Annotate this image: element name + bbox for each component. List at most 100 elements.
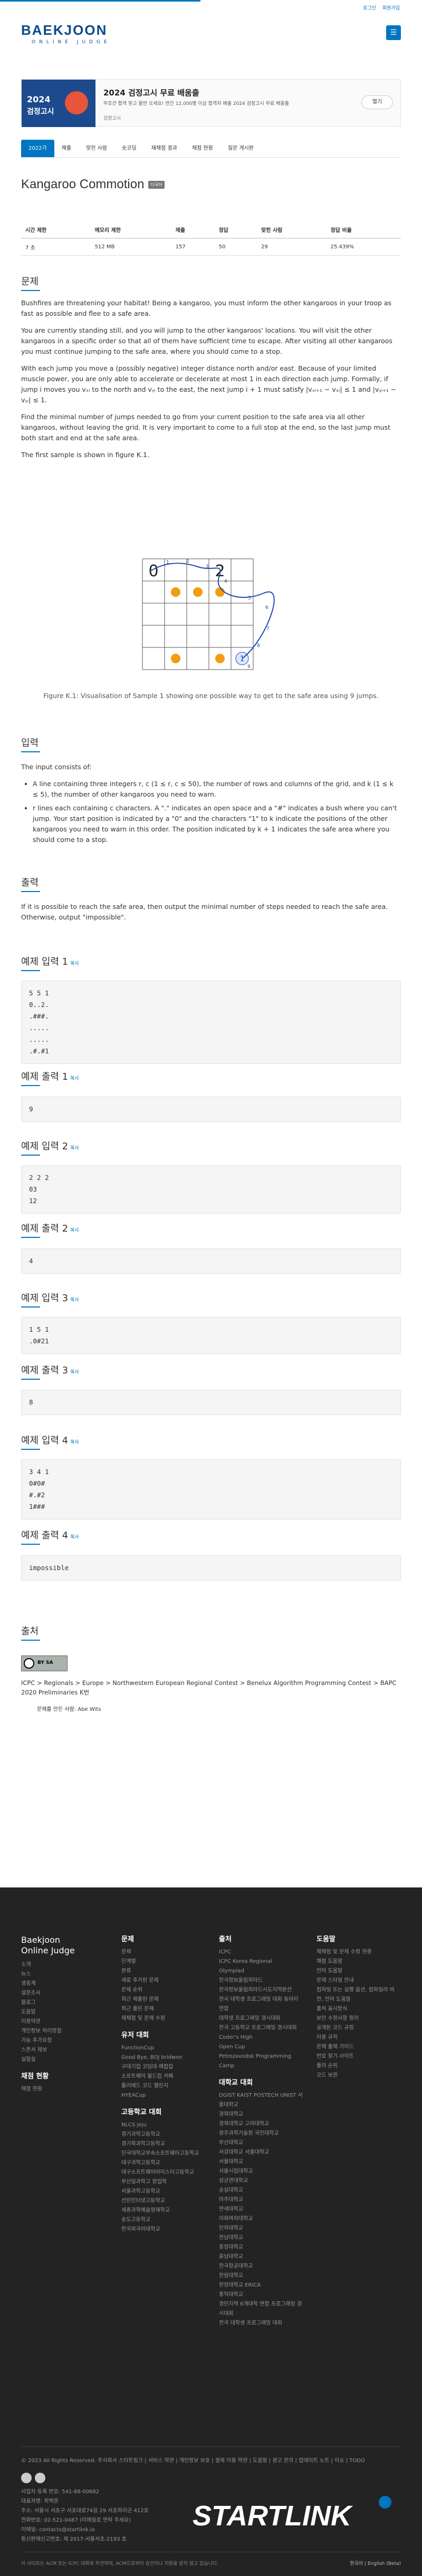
footer-link[interactable]: 최근 제출된 문제 (121, 1995, 200, 2004)
footer-link[interactable]: DGIST KAIST POSTECH UNIST 서울대학교 (219, 2091, 303, 2110)
login-link[interactable]: 로그인 (363, 4, 376, 11)
copy-sample-output-1-button[interactable]: 복사 (70, 1076, 79, 1081)
footer-link[interactable]: 생중계 (21, 1979, 90, 1989)
footer-link[interactable]: 경북대학교 고려대학교 (219, 2119, 303, 2129)
footer-link[interactable]: 설문조사 (21, 1989, 90, 1998)
footer-link[interactable]: 경북대학교 (219, 2110, 303, 2119)
footer-link[interactable]: ICPC Korea Regional (219, 1957, 303, 1967)
copy-sample-output-2-button[interactable]: 복사 (70, 1228, 79, 1233)
footer-link[interactable]: 최근 풀린 문제 (121, 2004, 200, 2014)
tab-solved-users[interactable]: 맞힌 사람 (79, 140, 114, 157)
footer-link[interactable]: 도움말 (21, 2008, 90, 2017)
footer-link[interactable]: 대학생 프로그래밍 경시대회 (219, 2014, 303, 2023)
tab-short-coding[interactable]: 숏코딩 (114, 140, 144, 157)
footer-link[interactable]: Olympiad (219, 1967, 303, 1976)
footer-link[interactable]: 언어 도움말 (316, 1967, 401, 1976)
footer-link[interactable]: Petrozavodsk Programming Camp (219, 2052, 303, 2071)
footer-link[interactable]: 이용 규칙 (316, 2033, 401, 2042)
language-switcher[interactable]: 한국어 | English (Beta) (350, 2560, 401, 2567)
site-logo[interactable]: BAEKJOON ONLINE JUDGE (21, 22, 111, 45)
copy-sample-input-3-button[interactable]: 복사 (70, 1297, 79, 1303)
footer-link[interactable]: 선린인터넷고등학교 (121, 2196, 200, 2206)
signup-link[interactable]: 회원가입 (382, 4, 400, 11)
footer-link[interactable]: 채점 현황 (21, 2085, 90, 2094)
footer-link[interactable]: 단계별 (121, 1957, 200, 1967)
footer-link[interactable]: 홍익대학교 (219, 2290, 303, 2300)
footer-link[interactable]: 코드 보관 (316, 2071, 401, 2080)
footer-link[interactable]: 광주과학기술원 국민대학교 (219, 2129, 303, 2138)
footer-link[interactable]: 부산대학교 (219, 2138, 303, 2148)
copy-sample-output-3-button[interactable]: 복사 (70, 1370, 79, 1375)
footer-link[interactable]: 서울과학고등학교 (121, 2187, 200, 2196)
copy-sample-input-4-button[interactable]: 복사 (70, 1440, 79, 1445)
blog-icon[interactable] (35, 2473, 45, 2483)
footer-link[interactable]: NLCS Jeju (121, 2120, 200, 2130)
footer-link[interactable]: 연세대학교 (219, 2205, 303, 2214)
footer-link[interactable]: 단국대학교부속소프트웨어고등학교 (121, 2149, 200, 2158)
ad-open-button[interactable]: 열기 (361, 95, 393, 109)
footer-link[interactable]: 컴파일 또는 실행 옵션, 컴파일러 버전, 언어 도움말 (316, 1986, 401, 2004)
footer-link[interactable]: 출처 표시방식 (316, 2004, 401, 2014)
menu-toggle-button[interactable]: ☰ (386, 25, 401, 40)
copy-sample-input-1-button[interactable]: 복사 (70, 961, 79, 966)
advertisement-banner[interactable]: 2024 검정고시 2024 검정고시 무료 배움출 무조건 합격 믿고 몸만 … (21, 79, 401, 127)
tab-submit[interactable]: 채출 (54, 140, 79, 157)
footer-link[interactable]: 한국정보올림피아드시도지역본선 (219, 1986, 303, 1995)
footer-link[interactable]: 송도고등학교 (121, 2215, 200, 2225)
footer-link[interactable]: 분류 (121, 1967, 200, 1976)
copy-sample-input-2-button[interactable]: 복사 (70, 1146, 79, 1151)
footer-link[interactable]: 새로 추가된 문제 (121, 1976, 200, 1986)
copy-sample-output-4-button[interactable]: 복사 (70, 1535, 79, 1540)
footer-link[interactable]: 충남대학교 (219, 2252, 303, 2262)
footer-link[interactable]: 한국항공대학교 (219, 2262, 303, 2271)
footer-link[interactable]: 한양대학교 ERICA (219, 2281, 303, 2290)
footer-link[interactable]: 구데기컵 코딩대 때잡컵 (121, 2062, 200, 2072)
footer-link[interactable]: 문제 (121, 1948, 200, 1957)
tab-rejudge-results[interactable]: 재채점 결과 (144, 140, 185, 157)
footer-link[interactable]: 문제 출제 가이드 (316, 2042, 401, 2052)
footer-link[interactable]: 풀이 순위 (316, 2061, 401, 2071)
footer-link[interactable]: 부산일과학고 창업학 (121, 2177, 200, 2187)
footer-link[interactable]: 숭실대학교 (219, 2186, 303, 2195)
footer-link[interactable]: 한국정보올림피아드 (219, 1976, 303, 1986)
footer-link[interactable]: Coder's High (219, 2033, 303, 2042)
footer-link[interactable]: 세종과학예술영재학교 (121, 2206, 200, 2215)
footer-link[interactable]: 한국외국어대학교 (121, 2225, 200, 2234)
footer-link[interactable]: 전국 대학생 프로그래밍 대회 동아리 연합 (219, 1995, 303, 2014)
footer-link[interactable]: 아주대학교 (219, 2195, 303, 2205)
footer-link[interactable]: HYEACup (121, 2091, 200, 2100)
footer-link[interactable]: 뉴스 (21, 1970, 90, 1979)
facebook-icon[interactable] (21, 2473, 32, 2483)
footer-link[interactable]: 경인지역 6개대학 연합 프로그래밍 경시대회 (219, 2300, 303, 2319)
footer-link[interactable]: 경기과학고등학교 (121, 2130, 200, 2139)
tab-status[interactable]: 채점 현황 (185, 140, 220, 157)
cc-license-badge[interactable]: BY SA (21, 1655, 68, 1671)
footer-link[interactable]: 공개된 코드 규정 (316, 2023, 401, 2033)
footer-link[interactable]: 전국 대학생 프로그래밍 대회 (219, 2319, 303, 2328)
footer-link[interactable]: 이용약관 (21, 2017, 90, 2027)
footer-link[interactable]: 번호 찾기 사이트 (316, 2052, 401, 2061)
footer-link[interactable]: 재채점 및 문제 수정 현황 (316, 1948, 401, 1957)
footer-link[interactable]: 실험실 (21, 2055, 90, 2065)
footer-link[interactable]: 서울대학교 (219, 2157, 303, 2167)
footer-link[interactable]: 전남대학교 (219, 2233, 303, 2243)
footer-link[interactable]: 전국 고등학교 프로그래밍 경시대회 (219, 2023, 303, 2033)
footer-link[interactable]: 중앙대학교 (219, 2243, 303, 2252)
footer-link[interactable]: ICPC (219, 1948, 303, 1957)
footer-link[interactable]: 보안 수정사항 정리 (316, 2014, 401, 2023)
footer-link[interactable]: 서강대학교 서울대학교 (219, 2148, 303, 2157)
footer-link[interactable]: Good Bye, BOJ bridwon (121, 2053, 200, 2062)
footer-link[interactable]: 재채점 및 문제 수정 (121, 2014, 200, 2023)
footer-link[interactable]: 한림대학교 (219, 2271, 303, 2281)
tab-problem-number[interactable]: 2022가 (21, 140, 54, 157)
footer-link[interactable]: 경기북과학고등학교 (121, 2139, 200, 2149)
footer-link[interactable]: 채점 도움말 (316, 1957, 401, 1967)
footer-link[interactable]: 문제 스타일 안내 (316, 1976, 401, 1986)
tab-questions[interactable]: 질문 게시판 (220, 140, 261, 157)
footer-link[interactable]: Open Cup (219, 2042, 303, 2052)
footer-link[interactable]: FunctionCup (121, 2044, 200, 2053)
footer-link[interactable]: 가능 추가요청 (21, 2036, 90, 2046)
footer-link[interactable]: 스폰서 제보 (21, 2046, 90, 2055)
footer-link[interactable]: 이화여자대학교 (219, 2214, 303, 2224)
footer-link[interactable]: 소개 (21, 1960, 90, 1970)
